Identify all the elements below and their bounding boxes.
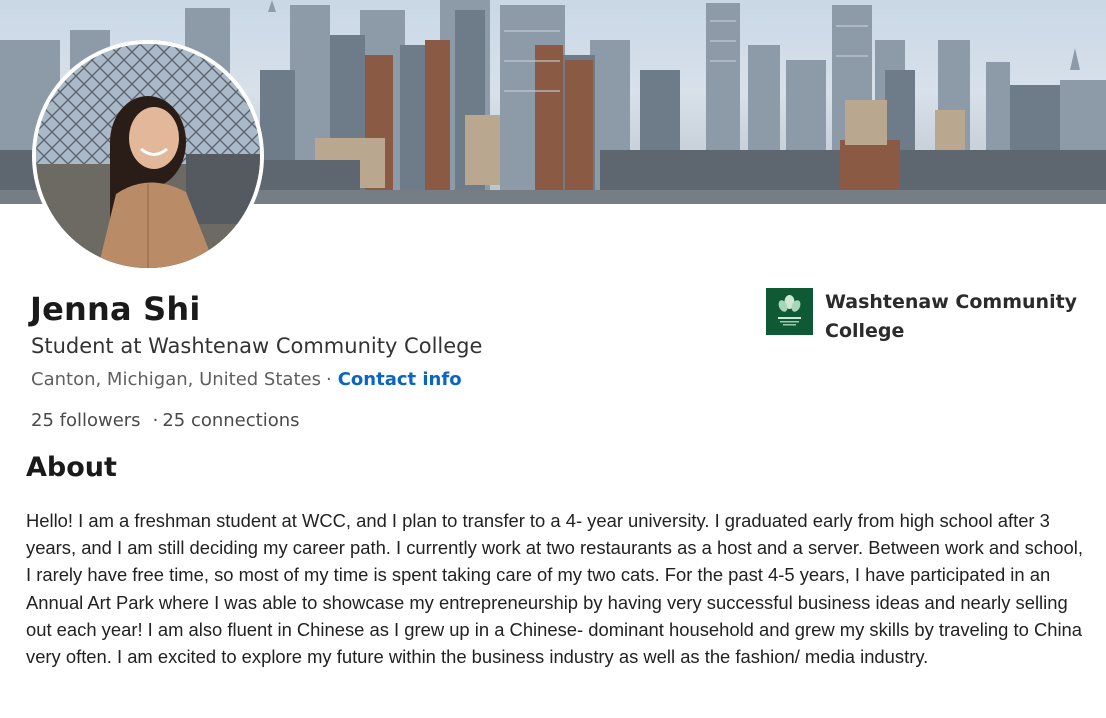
- profile-name: Jenna Shi: [30, 290, 201, 328]
- network-stats: 25 followers · 25 connections: [31, 410, 300, 431]
- contact-info-link[interactable]: Contact info: [338, 369, 462, 390]
- location-line: Canton, Michigan, United States · Contact …: [31, 369, 462, 390]
- location-separator: ·: [325, 369, 332, 390]
- stats-separator: ·: [152, 410, 159, 431]
- current-education-link[interactable]: Washtenaw Community College: [766, 288, 1085, 346]
- about-heading: About: [26, 452, 117, 483]
- profile-photo-avatar: [36, 44, 260, 268]
- profile-headline: Student at Washtenaw Community College: [31, 334, 483, 358]
- avatar[interactable]: [32, 40, 264, 272]
- location-text: Canton, Michigan, United States: [31, 369, 321, 390]
- connections-count[interactable]: 25 connections: [162, 410, 299, 431]
- about-text: Hello! I am a freshman student at WCC, a…: [26, 510, 1083, 668]
- college-logo-icon: [766, 288, 813, 335]
- college-name: Washtenaw Community College: [825, 291, 1078, 342]
- followers-count[interactable]: 25 followers: [31, 410, 141, 431]
- profile-card: Jenna Shi Student at Washtenaw Community…: [0, 0, 1106, 718]
